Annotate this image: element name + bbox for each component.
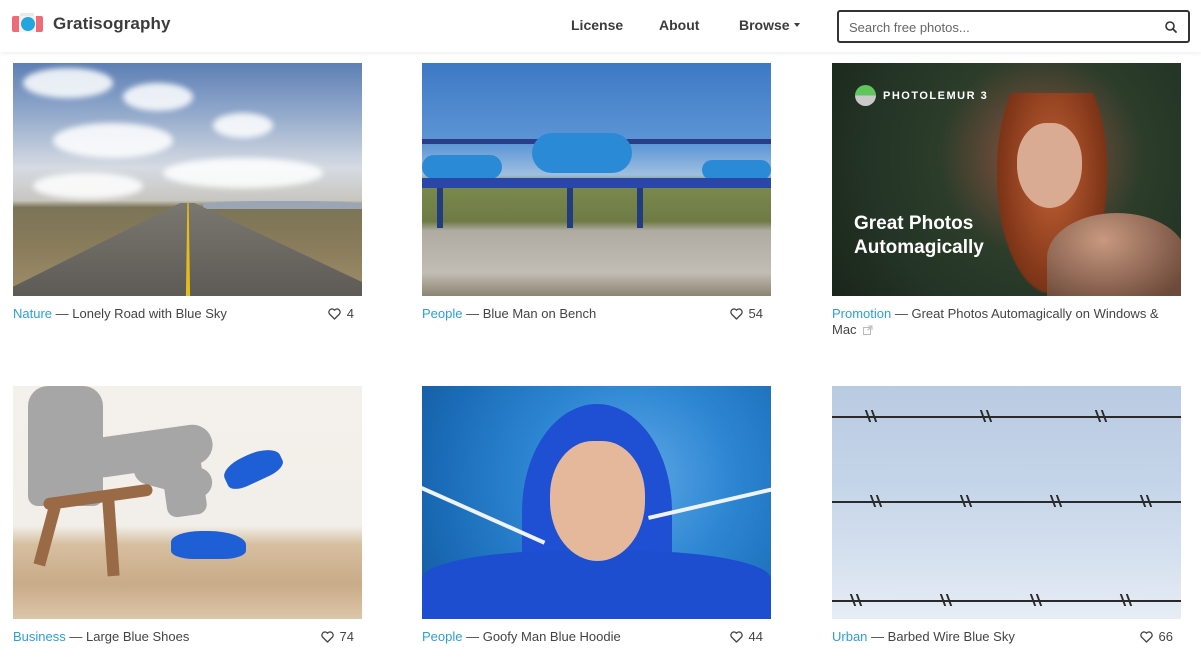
search-box xyxy=(837,10,1190,43)
caret-down-icon xyxy=(793,23,800,28)
photolemur-logo-icon xyxy=(855,85,876,106)
search-input[interactable] xyxy=(849,18,1149,36)
category-link[interactable]: Nature xyxy=(13,306,52,321)
category-link[interactable]: Urban xyxy=(832,629,867,644)
separator: — xyxy=(52,306,73,321)
like-button[interactable]: 54 xyxy=(729,306,763,322)
nav-browse-dropdown[interactable]: Browse xyxy=(739,17,800,33)
heart-icon xyxy=(328,308,341,320)
like-count: 4 xyxy=(346,306,354,321)
photo-card: Business — Large Blue Shoes 74 xyxy=(13,386,362,644)
search-icon[interactable] xyxy=(1164,20,1178,34)
photo-title-link[interactable]: Large Blue Shoes xyxy=(86,629,189,644)
photolemur-brand: PHOTOLEMUR 3 xyxy=(855,85,988,106)
ad-brand-text: PHOTOLEMUR 3 xyxy=(883,89,989,102)
photo-title-link[interactable]: Lonely Road with Blue Sky xyxy=(72,306,227,321)
brand-name: Gratisography xyxy=(53,14,171,33)
photo-caption: Business — Large Blue Shoes 74 xyxy=(13,629,362,645)
like-button[interactable]: 74 xyxy=(320,629,354,645)
like-button[interactable]: 4 xyxy=(328,306,354,322)
promotion-card: PHOTOLEMUR 3 Great Photos Automagically … xyxy=(832,63,1181,337)
photo-caption: Nature — Lonely Road with Blue Sky 4 xyxy=(13,306,362,322)
like-count: 54 xyxy=(748,306,763,321)
heart-icon xyxy=(320,631,334,643)
photo-card: People — Goofy Man Blue Hoodie 44 xyxy=(422,386,771,644)
photo-goofy-man-hoodie[interactable] xyxy=(422,386,771,619)
photo-title-link[interactable]: Barbed Wire Blue Sky xyxy=(888,629,1015,644)
category-link[interactable]: Promotion xyxy=(832,306,891,321)
promotion-banner[interactable]: PHOTOLEMUR 3 Great Photos Automagically xyxy=(832,63,1181,296)
photo-lonely-road[interactable] xyxy=(13,63,362,296)
photo-card: People — Blue Man on Bench 54 xyxy=(422,63,771,321)
heart-icon xyxy=(729,308,743,320)
like-button[interactable]: 66 xyxy=(1139,629,1173,645)
photo-title-link[interactable]: Blue Man on Bench xyxy=(483,306,596,321)
logo-link[interactable]: Gratisography xyxy=(12,13,171,35)
photo-card: Urban — Barbed Wire Blue Sky 66 xyxy=(832,386,1181,644)
like-count: 44 xyxy=(748,629,763,644)
site-header: Gratisography License About Browse xyxy=(0,0,1201,52)
category-link[interactable]: People xyxy=(422,306,462,321)
like-count: 74 xyxy=(339,629,354,644)
nav-browse-label: Browse xyxy=(739,17,790,33)
separator: — xyxy=(65,629,86,644)
separator: — xyxy=(891,306,912,321)
photo-caption: Promotion — Great Photos Automagically o… xyxy=(832,306,1181,339)
ad-headline: Great Photos Automagically xyxy=(854,212,984,260)
category-link[interactable]: People xyxy=(422,629,462,644)
photo-caption: People — Blue Man on Bench 54 xyxy=(422,306,771,322)
external-link-icon xyxy=(862,323,873,339)
ad-headline-line1: Great Photos xyxy=(854,213,974,234)
heart-icon xyxy=(729,631,743,643)
ad-headline-line2: Automagically xyxy=(854,237,984,258)
separator: — xyxy=(462,629,483,644)
camera-logo-icon xyxy=(12,13,43,35)
photo-caption: Urban — Barbed Wire Blue Sky 66 xyxy=(832,629,1181,645)
separator: — xyxy=(462,306,483,321)
nav-about[interactable]: About xyxy=(659,17,699,33)
like-count: 66 xyxy=(1158,629,1173,644)
photo-barbed-wire[interactable] xyxy=(832,386,1181,619)
heart-icon xyxy=(1139,631,1153,643)
photo-caption: People — Goofy Man Blue Hoodie 44 xyxy=(422,629,771,645)
photo-blue-man-bench[interactable] xyxy=(422,63,771,296)
photo-card: Nature — Lonely Road with Blue Sky 4 xyxy=(13,63,362,321)
like-button[interactable]: 44 xyxy=(729,629,763,645)
separator: — xyxy=(867,629,888,644)
photo-large-blue-shoes[interactable] xyxy=(13,386,362,619)
photo-title-link[interactable]: Goofy Man Blue Hoodie xyxy=(483,629,621,644)
nav-license[interactable]: License xyxy=(571,17,623,33)
category-link[interactable]: Business xyxy=(13,629,66,644)
